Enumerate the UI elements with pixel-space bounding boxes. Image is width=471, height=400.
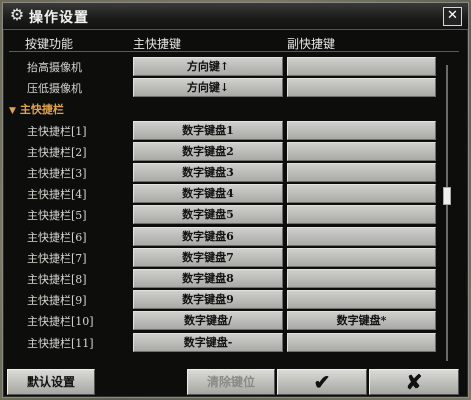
primary-key-slot[interactable]: 数字键盘- [133, 332, 283, 352]
checkmark-icon: ✔ [313, 370, 331, 394]
secondary-key-slot[interactable] [287, 141, 436, 161]
secondary-key-slot[interactable] [287, 290, 436, 310]
primary-key-slot[interactable]: 数字键盘/ [133, 311, 283, 331]
keybinding-row: 抬高摄像机 方向键↑ [3, 57, 443, 76]
scrollbar[interactable] [443, 65, 451, 361]
secondary-key-slot[interactable] [287, 247, 436, 267]
row-label: 主快捷栏[9] [27, 292, 87, 308]
primary-key-slot[interactable]: 数字键盘6 [133, 226, 283, 246]
keybinding-row: 主快捷栏[2] 数字键盘2 [3, 141, 443, 161]
secondary-key-slot[interactable] [287, 120, 436, 140]
primary-key-slot[interactable]: 数字键盘1 [133, 120, 283, 140]
row-label: 主快捷栏[1] [27, 123, 87, 139]
primary-key-slot[interactable]: 数字键盘4 [133, 184, 283, 204]
row-label-text: 主快捷栏[6] [27, 230, 87, 244]
keybinding-row: 主快捷栏[8] 数字键盘8 [3, 269, 443, 288]
keybinding-row: 主快捷栏[10] 数字键盘/数字键盘* [3, 311, 443, 331]
primary-key-slot[interactable]: 数字键盘8 [133, 269, 283, 288]
keybinding-row: 主快捷栏[3] 数字键盘3 [3, 163, 443, 182]
keybinding-row: 主快捷栏[9] 数字键盘9 [3, 290, 443, 310]
header-divider [9, 51, 459, 52]
keybinding-list: 抬高摄像机 方向键↑ 压低摄像机 方向键↓ ▼ 主快捷栏 主快捷栏[1] 数字键盘1 主快捷栏[… [3, 57, 443, 357]
row-label-text: 主快捷栏[5] [27, 209, 87, 223]
keybinding-row: 压低摄像机 方向键↓ [3, 78, 443, 98]
secondary-key-slot[interactable] [287, 78, 436, 98]
column-header-primary: 主快捷键 [133, 37, 182, 51]
row-label-text: 主快捷栏[8] [27, 273, 87, 286]
row-label: 主快捷栏[5] [27, 207, 87, 223]
row-label: 抬高摄像机 [27, 59, 82, 75]
row-label-text: 主快捷栏[3] [27, 167, 87, 180]
row-label: 主快捷栏[6] [27, 229, 87, 245]
keybinding-row: 主快捷栏[1] 数字键盘1 [3, 120, 443, 140]
row-label-text: 主快捷栏 [19, 103, 64, 117]
primary-key-slot[interactable]: 数字键盘5 [133, 205, 283, 225]
row-label-text: 主快捷栏[10] [27, 315, 94, 329]
scroll-track[interactable] [446, 65, 448, 361]
row-label: 压低摄像机 [27, 80, 82, 96]
row-label: 主快捷栏[11] [27, 335, 94, 351]
row-label-text: 压低摄像机 [27, 82, 82, 96]
primary-key-slot[interactable]: 数字键盘2 [133, 141, 283, 161]
row-label: 主快捷栏[4] [27, 186, 87, 202]
primary-key-slot[interactable]: 数字键盘7 [133, 247, 283, 267]
row-label-text: 主快捷栏[11] [27, 336, 94, 350]
clear-binding-button[interactable]: 清除键位 [187, 369, 275, 395]
row-label: 主快捷栏[3] [27, 165, 87, 181]
settings-dialog: ⚙ 操作设置 ✕ 按键功能 主快捷键 副快捷键 抬高摄像机 方向键↑ 压低摄像机 方向… [2, 2, 469, 398]
row-label: 主快捷栏[7] [27, 250, 87, 266]
scroll-thumb[interactable] [443, 187, 451, 205]
row-label: 主快捷栏[8] [27, 271, 87, 287]
row-label-text: 抬高摄像机 [27, 61, 82, 74]
title-bar[interactable]: ⚙ 操作设置 ✕ [3, 3, 468, 30]
row-label-text: 主快捷栏[2] [27, 145, 87, 159]
secondary-key-slot[interactable] [287, 184, 436, 204]
cross-icon: ✘ [405, 370, 423, 394]
secondary-key-slot[interactable] [287, 57, 436, 76]
window-title: 操作设置 [29, 10, 89, 26]
section-label: ▼ 主快捷栏 [9, 101, 64, 117]
close-button[interactable]: ✕ [443, 7, 462, 26]
ok-button[interactable]: ✔ [277, 369, 367, 395]
secondary-key-slot[interactable] [287, 332, 436, 352]
section-header[interactable]: ▼ 主快捷栏 [3, 99, 443, 118]
secondary-key-slot[interactable] [287, 269, 436, 288]
secondary-key-slot[interactable] [287, 226, 436, 246]
keybinding-row: 主快捷栏[7] 数字键盘7 [3, 247, 443, 267]
keybinding-row: 主快捷栏[5] 数字键盘5 [3, 205, 443, 225]
gear-icon: ⚙ [9, 5, 25, 24]
cancel-button[interactable]: ✘ [369, 369, 459, 395]
keybinding-row: 主快捷栏[11] 数字键盘- [3, 332, 443, 352]
primary-key-slot[interactable]: 数字键盘3 [133, 163, 283, 182]
row-label-text: 主快捷栏[4] [27, 188, 87, 202]
primary-key-slot[interactable]: 方向键↓ [133, 78, 283, 98]
triangle-down-icon[interactable]: ▼ [9, 106, 16, 116]
row-label: 主快捷栏[2] [27, 144, 87, 160]
secondary-key-slot[interactable]: 数字键盘* [287, 311, 436, 331]
keybinding-row: 主快捷栏[6] 数字键盘6 [3, 226, 443, 246]
row-label-text: 主快捷栏[1] [27, 124, 87, 138]
column-header-secondary: 副快捷键 [287, 37, 336, 51]
secondary-key-slot[interactable] [287, 205, 436, 225]
row-label: 主快捷栏[10] [27, 313, 94, 329]
keybinding-row: 主快捷栏[4] 数字键盘4 [3, 184, 443, 204]
row-label-text: 主快捷栏[7] [27, 251, 87, 265]
column-header-function: 按键功能 [25, 37, 74, 51]
primary-key-slot[interactable]: 方向键↑ [133, 57, 283, 76]
default-settings-button[interactable]: 默认设置 [7, 369, 95, 395]
row-label-text: 主快捷栏[9] [27, 294, 87, 308]
secondary-key-slot[interactable] [287, 163, 436, 182]
bottom-bar: 默认设置 清除键位 ✔ ✘ [3, 367, 468, 397]
primary-key-slot[interactable]: 数字键盘9 [133, 290, 283, 310]
close-icon: ✕ [447, 8, 458, 23]
